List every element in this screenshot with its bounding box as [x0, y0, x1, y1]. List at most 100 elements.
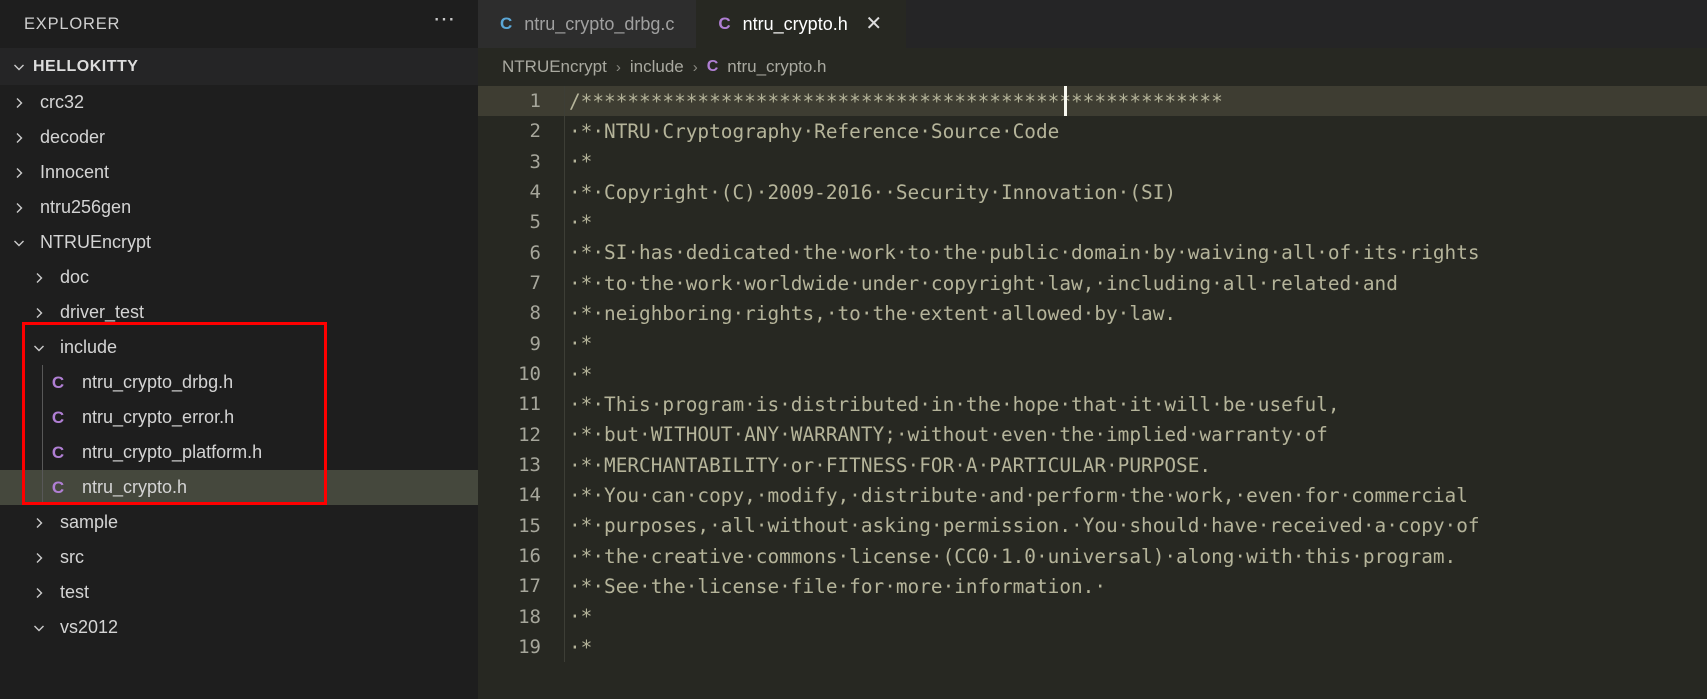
- gutter-divider: [564, 86, 565, 117]
- chevron-right-icon[interactable]: [25, 515, 53, 531]
- code-line[interactable]: 19 ·*: [478, 631, 1707, 663]
- breadcrumb-item-include[interactable]: include: [630, 57, 684, 77]
- gutter-divider: [564, 237, 565, 268]
- code-line[interactable]: 5 ·*: [478, 207, 1707, 238]
- chevron-down-icon[interactable]: [5, 235, 33, 251]
- tree-item-crc32[interactable]: crc32: [0, 85, 478, 120]
- line-number: 10: [518, 363, 541, 386]
- line-number: 1: [529, 90, 541, 113]
- text-cursor: [1064, 86, 1067, 116]
- tree-item-ntru256gen[interactable]: ntru256gen: [0, 190, 478, 225]
- chevron-right-icon[interactable]: [25, 550, 53, 566]
- code-line[interactable]: 13 ·*·MERCHANTABILITY·or·FITNESS·FOR·A·PA…: [478, 449, 1707, 481]
- code-line[interactable]: 17 ·*·See·the·license·file·for·more·infor…: [478, 571, 1707, 602]
- chevron-right-icon[interactable]: [25, 305, 53, 321]
- tree-item-label: crc32: [40, 92, 85, 112]
- chevron-right-icon[interactable]: [25, 585, 53, 601]
- tab-label: ntru_crypto.h: [742, 13, 848, 34]
- gutter-divider: [564, 480, 565, 511]
- tree-item-label: test: [60, 582, 90, 602]
- ellipsis-icon[interactable]: ⋯: [433, 8, 456, 34]
- tree-item-test[interactable]: test: [0, 575, 478, 610]
- code-line-text: ·*·Copyright·(C)·2009-2016··Security·Inn…: [569, 180, 1177, 204]
- line-number: 16: [518, 545, 541, 568]
- code-line[interactable]: 8 ·*·neighboring·rights,·to·the·extent·al…: [478, 298, 1707, 329]
- code-line-text: /***************************************…: [569, 89, 1223, 113]
- tab-ntru-crypto-drbg-c[interactable]: Cntru_crypto_drbg.c: [478, 0, 697, 48]
- line-number: 6: [529, 241, 541, 264]
- code-line[interactable]: 2 ·*·NTRU·Cryptography·Reference·Source·C…: [478, 116, 1707, 147]
- file-tree: crc32 decoder Innocent ntru256gen NTRUEncryp…: [0, 85, 478, 645]
- tree-item-ntru-crypto-platform-h[interactable]: Cntru_crypto_platform.h: [0, 435, 478, 470]
- workspace-root-row[interactable]: HELLOKITTY: [0, 48, 478, 85]
- tree-item-vs2012[interactable]: vs2012: [0, 610, 478, 645]
- tree-item-label: src: [60, 547, 84, 567]
- line-number: 12: [518, 423, 541, 446]
- gutter-divider: [564, 358, 565, 390]
- explorer-header: EXPLORER ⋯: [0, 0, 478, 48]
- breadcrumb-separator-icon: ›: [615, 58, 621, 76]
- tree-item-ntruencrypt[interactable]: NTRUEncrypt: [0, 225, 478, 260]
- tree-item-sample[interactable]: sample: [0, 505, 478, 540]
- code-line-text: ·*·to·the·work·worldwide·under·copyright…: [569, 271, 1398, 295]
- chevron-down-icon[interactable]: [25, 620, 53, 636]
- code-line[interactable]: 15 ·*·purposes,·all·without·asking·permis…: [478, 510, 1707, 541]
- code-line-text: ·*·You·can·copy,·modify,·distribute·and·…: [569, 483, 1468, 507]
- tree-item-label: sample: [60, 512, 119, 532]
- code-line[interactable]: 10 ·*: [478, 358, 1707, 390]
- gutter-divider: [564, 207, 565, 238]
- tree-item-include[interactable]: include: [0, 330, 478, 365]
- code-line[interactable]: 3 ·*: [478, 146, 1707, 177]
- code-line[interactable]: 9 ·*: [478, 328, 1707, 359]
- code-line[interactable]: 16 ·*·the·creative·commons·license·(CC0·1…: [478, 540, 1707, 572]
- code-line[interactable]: 18 ·*: [478, 601, 1707, 632]
- close-icon[interactable]: ✕: [864, 14, 884, 34]
- code-line[interactable]: 12 ·*·but·WITHOUT·ANY·WARRANTY;·without·e…: [478, 419, 1707, 450]
- tab-ntru-crypto-h[interactable]: Cntru_crypto.h ✕: [696, 0, 906, 48]
- tree-item-doc[interactable]: doc: [0, 260, 478, 295]
- tree-item-ntru-crypto-h[interactable]: Cntru_crypto.h: [0, 470, 478, 505]
- code-line[interactable]: 4 ·*·Copyright·(C)·2009-2016··Security·In…: [478, 176, 1707, 208]
- breadcrumb-item-ntruencrypt[interactable]: NTRUEncrypt: [502, 57, 607, 77]
- gutter-divider: [564, 267, 565, 299]
- chevron-right-icon[interactable]: [5, 130, 33, 146]
- code-line-text: ·*: [569, 210, 593, 234]
- tree-item-label: ntru_crypto_platform.h: [82, 442, 263, 462]
- code-line-text: ·*: [569, 635, 593, 659]
- tree-item-label: ntru_crypto.h: [82, 477, 188, 497]
- chevron-right-icon[interactable]: [5, 95, 33, 111]
- tree-item-decoder[interactable]: decoder: [0, 120, 478, 155]
- chevron-right-icon[interactable]: [5, 200, 33, 216]
- code-line[interactable]: 14 ·*·You·can·copy,·modify,·distribute·an…: [478, 480, 1707, 511]
- breadcrumb-separator-icon: ›: [692, 58, 698, 76]
- line-number: 9: [529, 332, 541, 355]
- chevron-right-icon[interactable]: [5, 165, 33, 181]
- code-line[interactable]: 6 ·*·SI·has·dedicated·the·work·to·the·pub…: [478, 237, 1707, 268]
- chevron-right-icon[interactable]: [25, 270, 53, 286]
- line-number: 15: [518, 514, 541, 537]
- tree-item-label: decoder: [40, 127, 106, 147]
- breadcrumb: NTRUEncrypt › include › Cntru_crypto.h: [478, 48, 1707, 86]
- code-line[interactable]: 7 ·*·to·the·work·worldwide·under·copyrigh…: [478, 267, 1707, 299]
- tree-item-ntru-crypto-error-h[interactable]: Cntru_crypto_error.h: [0, 400, 478, 435]
- code-line[interactable]: 11 ·*·This·program·is·distributed·in·the·…: [478, 389, 1707, 420]
- line-number: 4: [529, 181, 541, 204]
- explorer-sidebar: EXPLORER ⋯ HELLOKITTY crc32 decoder Innoce…: [0, 0, 478, 699]
- line-number: 14: [518, 484, 541, 507]
- code-editor[interactable]: 1 /**************************************…: [478, 86, 1707, 699]
- tree-item-innocent[interactable]: Innocent: [0, 155, 478, 190]
- tree-item-ntru-crypto-drbg-h[interactable]: Cntru_crypto_drbg.h: [0, 365, 478, 400]
- code-line-text: ·*·but·WITHOUT·ANY·WARRANTY;·without·eve…: [569, 423, 1328, 447]
- line-number: 5: [529, 211, 541, 234]
- code-line[interactable]: 1 /**************************************…: [478, 86, 1707, 117]
- line-number: 3: [529, 150, 541, 173]
- editor-pane: Cntru_crypto_drbg.c Cntru_crypto.h ✕ NTRUE…: [478, 0, 1707, 699]
- tree-item-driver-test[interactable]: driver_test: [0, 295, 478, 330]
- tree-item-src[interactable]: src: [0, 540, 478, 575]
- indent-guide: [42, 365, 43, 505]
- code-line-text: ·*·MERCHANTABILITY·or·FITNESS·FOR·A·PART…: [569, 453, 1212, 477]
- chevron-down-icon[interactable]: [25, 340, 53, 356]
- code-line-text: ·*·the·creative·commons·license·(CC0·1.0…: [569, 544, 1457, 568]
- explorer-title: EXPLORER: [24, 14, 121, 33]
- breadcrumb-item-ntru-crypto-h[interactable]: ntru_crypto.h: [727, 57, 826, 77]
